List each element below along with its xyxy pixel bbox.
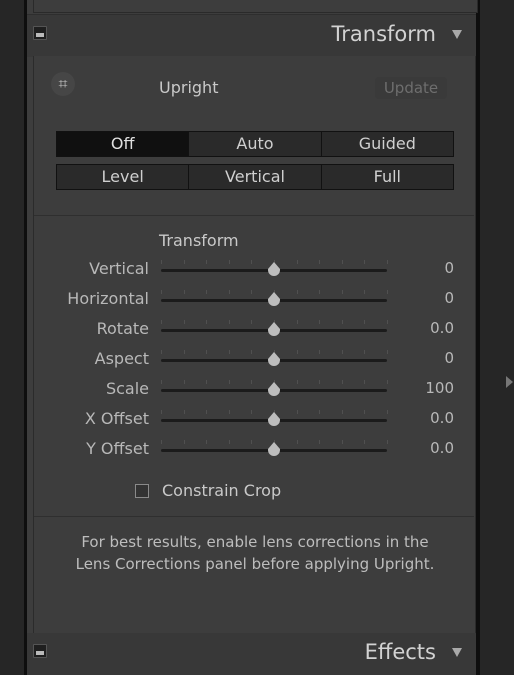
upright-off-button[interactable]: Off bbox=[57, 132, 190, 156]
slider-value[interactable]: 0 bbox=[444, 289, 454, 307]
slider-value[interactable]: 0.0 bbox=[430, 439, 454, 457]
transform-panel-header[interactable]: Transform bbox=[27, 14, 476, 57]
slider-value[interactable]: 0.0 bbox=[430, 319, 454, 337]
upright-level-button[interactable]: Level bbox=[57, 165, 190, 189]
upright-vertical-button[interactable]: Vertical bbox=[189, 165, 322, 189]
note-line-2: Lens Corrections panel before applying U… bbox=[75, 555, 435, 573]
grid-hash-icon[interactable]: ⌗ bbox=[51, 72, 75, 96]
slider-label: Y Offset bbox=[86, 439, 149, 458]
slider-value[interactable]: 100 bbox=[425, 379, 454, 397]
slider-row: Aspect 0 bbox=[34, 348, 474, 372]
previous-panel-bottom bbox=[33, 0, 478, 13]
upright-mode-row-2: Level Vertical Full bbox=[56, 164, 454, 190]
constrain-crop-label[interactable]: Constrain Crop bbox=[162, 481, 281, 500]
upright-mode-row-1: Off Auto Guided bbox=[56, 131, 454, 157]
slider-label: Vertical bbox=[89, 259, 149, 278]
right-panel-toggle-icon[interactable] bbox=[506, 376, 513, 388]
upright-guided-button[interactable]: Guided bbox=[321, 132, 453, 156]
transform-section-label: Transform bbox=[159, 231, 239, 250]
right-gutter bbox=[480, 0, 514, 675]
slider-row: X Offset 0.0 bbox=[34, 408, 474, 432]
update-button[interactable]: Update bbox=[375, 77, 447, 99]
slider-row: Horizontal 0 bbox=[34, 288, 474, 312]
effects-panel-title: Effects bbox=[364, 640, 436, 664]
slider-value[interactable]: 0 bbox=[444, 259, 454, 277]
section-divider bbox=[34, 516, 474, 517]
right-edge bbox=[476, 0, 480, 675]
collapse-triangle-icon[interactable] bbox=[452, 30, 462, 39]
section-divider bbox=[34, 215, 474, 216]
slider-label: Scale bbox=[105, 379, 149, 398]
slider-label: Rotate bbox=[96, 319, 149, 338]
slider-value[interactable]: 0.0 bbox=[430, 409, 454, 427]
effects-panel-header[interactable]: Effects bbox=[27, 633, 476, 675]
slider-label: Aspect bbox=[94, 349, 149, 368]
upright-label: Upright bbox=[159, 78, 219, 97]
upright-auto-button[interactable]: Auto bbox=[189, 132, 322, 156]
constrain-crop-checkbox[interactable] bbox=[135, 484, 149, 498]
slider-row: Y Offset 0.0 bbox=[34, 438, 474, 462]
slider-row: Scale 100 bbox=[34, 378, 474, 402]
transform-panel-title: Transform bbox=[331, 22, 436, 46]
slider-value[interactable]: 0 bbox=[444, 349, 454, 367]
collapse-triangle-icon[interactable] bbox=[452, 648, 462, 657]
note-line-1: For best results, enable lens correction… bbox=[81, 533, 429, 551]
effects-panel-switch[interactable] bbox=[33, 644, 47, 658]
slider-row: Vertical 0 bbox=[34, 258, 474, 282]
slider-label: X Offset bbox=[84, 409, 149, 428]
slider-row: Rotate 0.0 bbox=[34, 318, 474, 342]
transform-panel-switch[interactable] bbox=[33, 26, 47, 40]
slider-label: Horizontal bbox=[67, 289, 149, 308]
upright-full-button[interactable]: Full bbox=[321, 165, 453, 189]
left-gutter bbox=[0, 0, 24, 675]
upright-hint-note: For best results, enable lens correction… bbox=[40, 531, 470, 575]
